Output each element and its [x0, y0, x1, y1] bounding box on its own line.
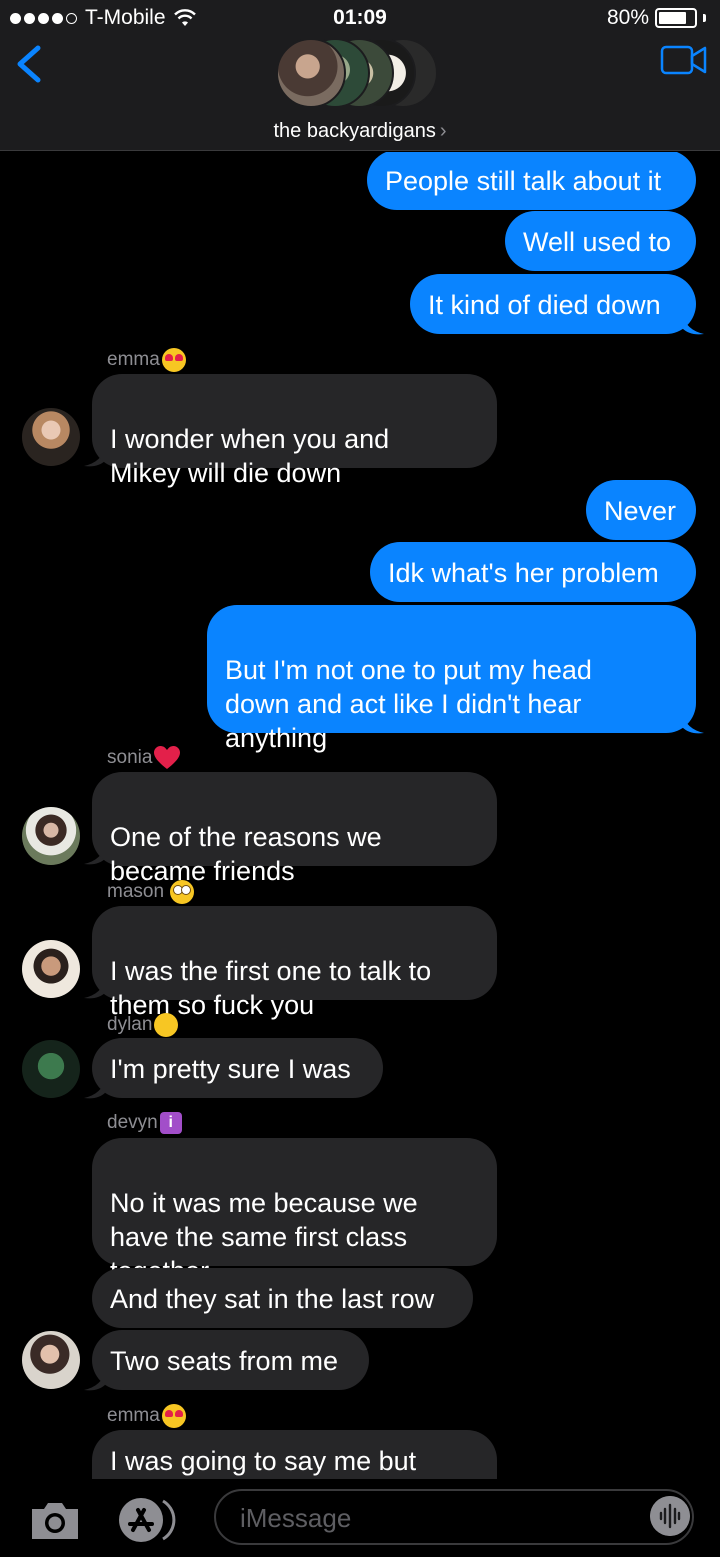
avatar-sonia[interactable] — [22, 807, 80, 865]
bubble-tail — [682, 713, 704, 734]
sender-label: emma — [107, 1404, 186, 1428]
battery-percent: 80% — [606, 6, 649, 29]
message-input[interactable]: iMessage — [214, 1489, 694, 1545]
sender-name: emma — [107, 1405, 160, 1426]
bubble-tail — [682, 314, 704, 335]
sent-message[interactable]: Well used to — [505, 211, 696, 271]
sender-name: sonia — [107, 747, 153, 768]
status-bar: T-Mobile 01:09 80% — [0, 0, 720, 40]
avatar-dylan[interactable] — [22, 1040, 80, 1098]
battery-icon — [655, 8, 697, 28]
sent-message[interactable]: It kind of died down — [410, 274, 696, 334]
audio-waveform-icon[interactable] — [650, 1496, 690, 1536]
group-member-avatar — [276, 38, 346, 108]
heart-eyes-emoji-icon — [161, 348, 186, 372]
message-text: Idk what's her problem — [388, 558, 659, 588]
message-text: People still talk about it — [385, 166, 662, 196]
sent-message[interactable]: Idk what's her problem — [370, 542, 696, 602]
sender-name: dylan — [107, 1014, 153, 1035]
sent-message[interactable]: But I'm not one to put my head down and … — [207, 605, 696, 753]
red-heart-emoji-icon — [154, 746, 181, 769]
chevron-right-icon: › — [439, 120, 447, 142]
heart-eyes-emoji-icon — [161, 1404, 186, 1428]
sender-label: sonia — [107, 746, 181, 770]
sender-label: mason — [107, 880, 195, 904]
message-text: But I'm not one to put my head down and … — [225, 655, 592, 753]
message-text: I was going to say me but — [110, 1446, 417, 1476]
message-text: It kind of died down — [428, 290, 661, 320]
received-message[interactable]: I wonder when you and Mikey will die dow… — [92, 374, 497, 488]
app-store-icon[interactable] — [116, 1495, 182, 1545]
video-camera-icon[interactable] — [660, 44, 708, 76]
information-emoji-icon: i — [159, 1112, 182, 1134]
avatar-emma[interactable] — [22, 408, 80, 466]
conversation-header: T-Mobile 01:09 80% the backyardigans › — [0, 0, 720, 151]
avatar-mason[interactable] — [22, 940, 80, 998]
compose-bar: iMessage — [0, 1479, 720, 1557]
group-avatars[interactable] — [276, 38, 446, 110]
sender-label: devyn i — [107, 1112, 182, 1134]
sender-name: mason — [107, 881, 165, 902]
message-text: Two seats from me — [110, 1346, 339, 1376]
message-text: I wonder when you and Mikey will die dow… — [110, 424, 390, 488]
sender-label: dylan — [107, 1013, 179, 1037]
battery-status: 80% — [607, 6, 706, 30]
received-message[interactable]: No it was me because we have the same fi… — [92, 1138, 497, 1286]
received-message[interactable]: Two seats from me — [92, 1330, 369, 1390]
message-list[interactable]: People still talk about it Well used to … — [0, 152, 720, 1479]
yawning-emoji-icon — [154, 1013, 179, 1037]
message-text: I was the first one to talk to them so f… — [110, 956, 432, 1020]
sender-name: devyn — [107, 1112, 158, 1133]
received-message[interactable]: And they sat in the last row — [92, 1268, 473, 1328]
avatar-devyn[interactable] — [22, 1331, 80, 1389]
sender-label: emma — [107, 348, 186, 372]
chevron-left-icon[interactable] — [8, 40, 52, 88]
group-name: the backyardigans — [273, 120, 436, 142]
received-message[interactable]: One of the reasons we became friends — [92, 772, 497, 886]
received-message[interactable]: I'm pretty sure I was — [92, 1038, 383, 1098]
sent-message[interactable]: People still talk about it — [367, 152, 696, 210]
received-message[interactable]: I was the first one to talk to them so f… — [92, 906, 497, 1020]
rolling-eyes-emoji-icon — [170, 880, 195, 904]
group-name-link[interactable]: the backyardigans › — [0, 120, 720, 143]
message-text: Well used to — [523, 227, 672, 257]
message-input-placeholder: iMessage — [240, 1503, 352, 1533]
message-text: Never — [604, 496, 677, 526]
message-text: And they sat in the last row — [110, 1284, 435, 1314]
received-message[interactable]: I was going to say me but — [92, 1430, 497, 1479]
sent-message[interactable]: Never — [586, 480, 696, 540]
camera-icon[interactable] — [28, 1499, 82, 1541]
message-text: One of the reasons we became friends — [110, 822, 382, 886]
message-text: I'm pretty sure I was — [110, 1054, 351, 1084]
sender-name: emma — [107, 349, 160, 370]
